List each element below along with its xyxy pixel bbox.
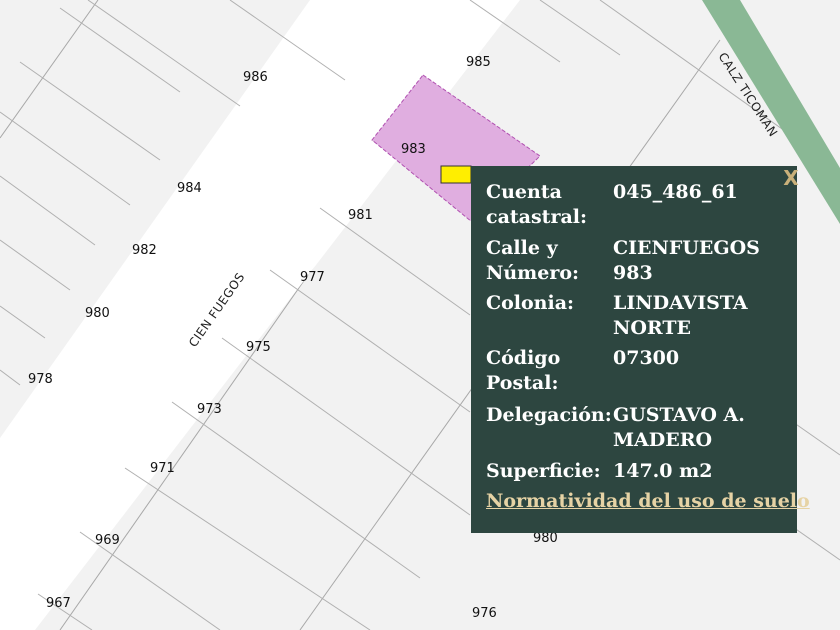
- field-value: LINDAVISTA NORTE: [613, 292, 748, 339]
- lot-number: 986: [243, 70, 268, 85]
- lot-number: 983: [401, 142, 426, 157]
- lot-number: 975: [246, 340, 271, 355]
- field-value: 07300: [613, 347, 680, 369]
- lot-number: 978: [28, 372, 53, 387]
- lot-number: 981: [348, 208, 373, 223]
- field-value: CIENFUEGOS 983: [613, 237, 760, 284]
- lot-number: 973: [197, 402, 222, 417]
- field-label: Colonia:: [486, 292, 575, 314]
- lot-number: 982: [132, 243, 157, 258]
- parcel-info-popup: X Cuenta catastral: 045_486_61 Calle y N…: [471, 166, 810, 533]
- field-value: GUSTAVO A. MADERO: [613, 404, 745, 451]
- lot-number: 980: [533, 531, 558, 546]
- field-label: Superficie:: [486, 460, 601, 482]
- lot-number: 969: [95, 533, 120, 548]
- field-label: Delegación:: [486, 404, 612, 426]
- lot-number: 967: [46, 596, 71, 611]
- location-marker[interactable]: [440, 165, 472, 184]
- lot-number: 980: [85, 306, 110, 321]
- field-value: 147.0 m2: [613, 460, 713, 482]
- lot-number: 985: [466, 55, 491, 70]
- lot-number: 976: [472, 606, 497, 621]
- field-label: Cuenta catastral:: [486, 181, 587, 228]
- lot-number: 984: [177, 181, 202, 196]
- field-label: Código Postal:: [486, 347, 561, 394]
- land-use-regulations-link[interactable]: Normatividad del uso de suelo: [486, 489, 810, 514]
- field-label: Calle y Número:: [486, 237, 580, 284]
- lot-number: 971: [150, 461, 175, 476]
- lot-number: 977: [300, 270, 325, 285]
- field-value: 045_486_61: [613, 181, 738, 203]
